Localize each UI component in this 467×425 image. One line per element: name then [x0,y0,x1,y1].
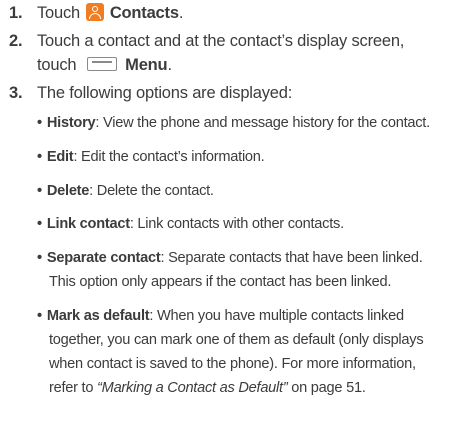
bullet-dot: • [37,308,42,324]
option-term: Delete [46,183,90,199]
option-mark-as-default: • Mark as default: When you have multiple… [37,305,404,327]
option-continuation: when contact is saved to the phone). For… [49,356,416,372]
option-term: Link contact [46,216,130,232]
option-desc: : View the phone and message history for… [95,115,430,131]
reference-prefix: refer to [49,380,98,396]
option-term: Edit [46,149,74,165]
step-text: Touch a contact and at the contact’s dis… [37,32,405,50]
option-separate-contact: • Separate contact: Separate contacts tha… [37,247,423,269]
menu-label: Menu [125,56,168,74]
step-text: touch [37,56,77,74]
step-number: 1. [9,4,23,22]
reference-suffix: on page 51. [287,380,366,396]
step-end: . [167,56,172,74]
step-number: 3. [9,84,23,102]
step-number: 2. [9,32,23,50]
contacts-label: Contacts [109,4,179,22]
option-reference: refer to “Marking a Contact as Default” … [49,377,366,399]
option-desc: : Delete the contact. [89,183,214,199]
bullet-dot: • [37,149,42,165]
option-desc: : Link contacts with other contacts. [129,216,344,232]
contacts-app-icon [86,3,105,21]
step-end: . [178,4,184,22]
option-term: Mark as default [46,308,150,324]
bullet-dot: • [37,183,42,199]
option-continuation: together, you can mark one of them as de… [49,332,424,348]
option-desc: : Separate contacts that have been linke… [160,250,423,266]
bullet-dot: • [37,115,42,131]
option-continuation: This option only appears if the contact … [49,274,392,290]
cross-reference-link[interactable]: “Marking a Contact as Default” [97,380,288,396]
option-edit: • Edit: Edit the contact’s information. [37,146,265,168]
option-term: Separate contact [46,250,161,266]
option-history: • History: View the phone and message his… [37,112,430,134]
option-term: History [46,115,96,131]
menu-key-icon [86,57,117,71]
option-desc: : When you have multiple contacts linked [149,308,404,324]
instruction-page: 1. Touch Contacts. 2. Touch a contact an… [0,0,467,425]
step-text: Touch [37,4,81,22]
bullet-dot: • [37,216,42,232]
option-delete: • Delete: Delete the contact. [37,180,214,202]
step-text: The following options are displayed: [37,84,293,102]
option-link-contact: • Link contact: Link contacts with other … [37,213,344,235]
bullet-dot: • [37,250,42,266]
option-desc: : Edit the contact’s information. [73,149,265,165]
